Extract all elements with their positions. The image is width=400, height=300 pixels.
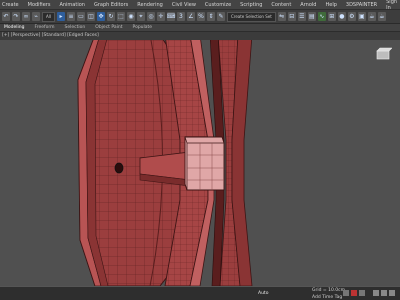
move-icon[interactable]: ✥ bbox=[96, 12, 105, 21]
toggle-ribbon-icon[interactable]: ▤ bbox=[307, 12, 316, 21]
model-render bbox=[77, 40, 253, 286]
keyboard-shortcut-icon[interactable]: ⌨ bbox=[167, 12, 175, 21]
center-block-mesh bbox=[184, 136, 225, 191]
reference-coordinate-icon[interactable]: ⌖ bbox=[136, 12, 145, 21]
window-crossing-icon[interactable]: ◫ bbox=[86, 12, 95, 21]
go-to-start-icon[interactable] bbox=[343, 290, 349, 296]
menu-customize[interactable]: Customize bbox=[205, 2, 231, 8]
menu-arnold[interactable]: Arnold bbox=[300, 2, 316, 8]
playback-controls bbox=[343, 290, 365, 296]
ribbon-tabs: Modeling Freeform Selection Object Paint… bbox=[0, 24, 400, 32]
add-time-tag[interactable]: Add Time Tag bbox=[312, 295, 342, 300]
named-selection-dropdown[interactable]: Create Selection Set bbox=[226, 11, 276, 22]
set-key-icon[interactable] bbox=[351, 290, 357, 296]
select-manipulate-icon[interactable]: ✛ bbox=[156, 12, 165, 21]
place-icon[interactable]: ◉ bbox=[126, 12, 135, 21]
viewcube-icon[interactable] bbox=[374, 46, 393, 65]
scale-icon[interactable]: ⬚ bbox=[116, 12, 125, 21]
perspective-viewport[interactable] bbox=[0, 40, 400, 286]
tab-selection[interactable]: Selection bbox=[65, 25, 86, 30]
render-iterative-icon[interactable]: ☕ bbox=[377, 12, 386, 21]
redo-icon[interactable]: ↷ bbox=[12, 12, 20, 21]
connector-bar-mesh bbox=[139, 151, 191, 187]
status-bar: Auto Grid = 10.0cm Add Time Tag bbox=[0, 286, 400, 300]
auto-key-button[interactable]: Auto bbox=[258, 291, 268, 296]
menu-help[interactable]: Help bbox=[325, 2, 336, 8]
angle-snap-icon[interactable]: ∠ bbox=[186, 12, 195, 21]
selection-filter-dropdown[interactable]: All bbox=[42, 11, 55, 22]
zoom-icon[interactable] bbox=[373, 290, 379, 296]
unlink-icon[interactable]: ⌁ bbox=[32, 12, 40, 21]
menu-civil-view[interactable]: Civil View bbox=[172, 2, 196, 8]
menu-content[interactable]: Content bbox=[271, 2, 291, 8]
spinner-snap-icon[interactable]: ⇕ bbox=[206, 12, 215, 21]
curve-editor-icon[interactable]: ∿ bbox=[317, 12, 326, 21]
play-icon[interactable] bbox=[359, 290, 365, 296]
viewport-label[interactable]: [+] [Perspective] [Standard] [Edged Face… bbox=[2, 33, 99, 38]
pivot-center-icon[interactable]: ◎ bbox=[146, 12, 155, 21]
mirror-icon[interactable]: ⇋ bbox=[277, 12, 286, 21]
tab-populate[interactable]: Populate bbox=[133, 25, 153, 30]
edit-named-selection-icon[interactable]: ✎ bbox=[216, 12, 225, 21]
menu-bar: Create Modifiers Animation Graph Editors… bbox=[0, 0, 400, 11]
select-object-icon[interactable]: ▸ bbox=[56, 12, 65, 21]
render-setup-icon[interactable]: ⚙ bbox=[347, 12, 356, 21]
menu-modifiers[interactable]: Modifiers bbox=[28, 2, 51, 8]
orbit-icon[interactable] bbox=[389, 290, 395, 296]
rectangle-selection-icon[interactable]: ▭ bbox=[76, 12, 85, 21]
align-icon[interactable]: ⊟ bbox=[287, 12, 296, 21]
menu-3dspainter[interactable]: 3DSPAINTER bbox=[346, 2, 377, 8]
tab-freeform[interactable]: Freeform bbox=[34, 25, 54, 30]
link-icon[interactable]: ∞ bbox=[22, 12, 30, 21]
main-toolbar: ↶ ↷ ∞ ⌁ All ▸ ≡ ▭ ◫ ✥ ↻ ⬚ ◉ ⌖ ◎ ✛ ⌨ 3 ∠ … bbox=[0, 10, 400, 24]
rotate-icon[interactable]: ↻ bbox=[106, 12, 115, 21]
viewport-navigation-controls bbox=[373, 290, 395, 296]
menu-scripting[interactable]: Scripting bbox=[240, 2, 262, 8]
tab-object-paint[interactable]: Object Paint bbox=[95, 25, 122, 30]
menu-graph-editors[interactable]: Graph Editors bbox=[94, 2, 128, 8]
render-production-icon[interactable]: ☕ bbox=[367, 12, 376, 21]
select-by-name-icon[interactable]: ≡ bbox=[66, 12, 75, 21]
schematic-view-icon[interactable]: ⊞ bbox=[327, 12, 336, 21]
rendered-frame-window-icon[interactable]: ▣ bbox=[357, 12, 366, 21]
menu-animation[interactable]: Animation bbox=[59, 2, 85, 8]
snaps-toggle-icon[interactable]: 3 bbox=[176, 12, 185, 21]
grid-readout: Grid = 10.0cm bbox=[312, 288, 345, 293]
material-editor-icon[interactable]: ● bbox=[337, 12, 346, 21]
sign-in-link[interactable]: Sign In bbox=[386, 0, 400, 11]
menu-rendering[interactable]: Rendering bbox=[137, 2, 163, 8]
undo-icon[interactable]: ↶ bbox=[2, 12, 10, 21]
menu-create[interactable]: Create bbox=[2, 2, 19, 8]
pan-icon[interactable] bbox=[381, 290, 387, 296]
layer-explorer-icon[interactable]: ☰ bbox=[297, 12, 306, 21]
percent-snap-icon[interactable]: % bbox=[196, 12, 205, 21]
tab-modeling[interactable]: Modeling bbox=[4, 25, 24, 30]
